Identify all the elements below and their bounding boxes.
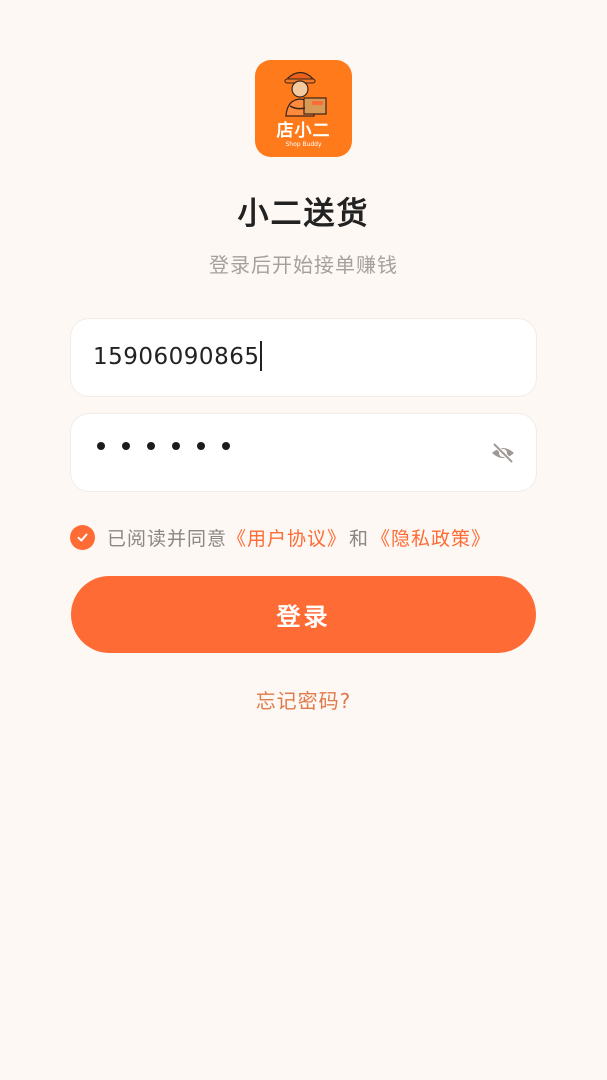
user-agreement-link[interactable]: 《用户协议》: [227, 524, 347, 551]
logo-subtext: Shop Buddy: [285, 141, 322, 148]
logo-text: 店小二: [276, 121, 331, 141]
phone-input-value: 15906090865: [93, 340, 263, 371]
app-logo: 店小二 Shop Buddy: [255, 60, 352, 157]
password-dot: [222, 442, 230, 450]
login-button[interactable]: 登录: [71, 576, 536, 653]
page-title: 小二送货: [237, 196, 370, 232]
eye-off-icon[interactable]: [490, 440, 516, 466]
agreement-and-text: 和: [349, 527, 370, 550]
phone-number-text: 15906090865: [93, 344, 260, 370]
agreement-row: 已阅读并同意 《用户协议》 和 《隐私政策》: [70, 520, 491, 554]
password-input[interactable]: [71, 414, 536, 491]
password-dot: [97, 442, 105, 450]
text-cursor: [260, 340, 263, 371]
password-mask: [97, 442, 230, 450]
agreement-text: 已阅读并同意: [107, 527, 228, 550]
password-dot: [197, 442, 205, 450]
privacy-policy-link[interactable]: 《隐私政策》: [371, 524, 491, 551]
agreement-checkbox[interactable]: [70, 524, 95, 550]
password-dot: [147, 442, 155, 450]
password-dot: [122, 442, 130, 450]
forgot-password-link[interactable]: 忘记密码?: [0, 685, 607, 714]
check-icon: [77, 533, 88, 541]
password-dot: [172, 442, 180, 450]
page-subtitle: 登录后开始接单赚钱: [209, 253, 398, 277]
phone-input[interactable]: 15906090865: [71, 319, 536, 396]
